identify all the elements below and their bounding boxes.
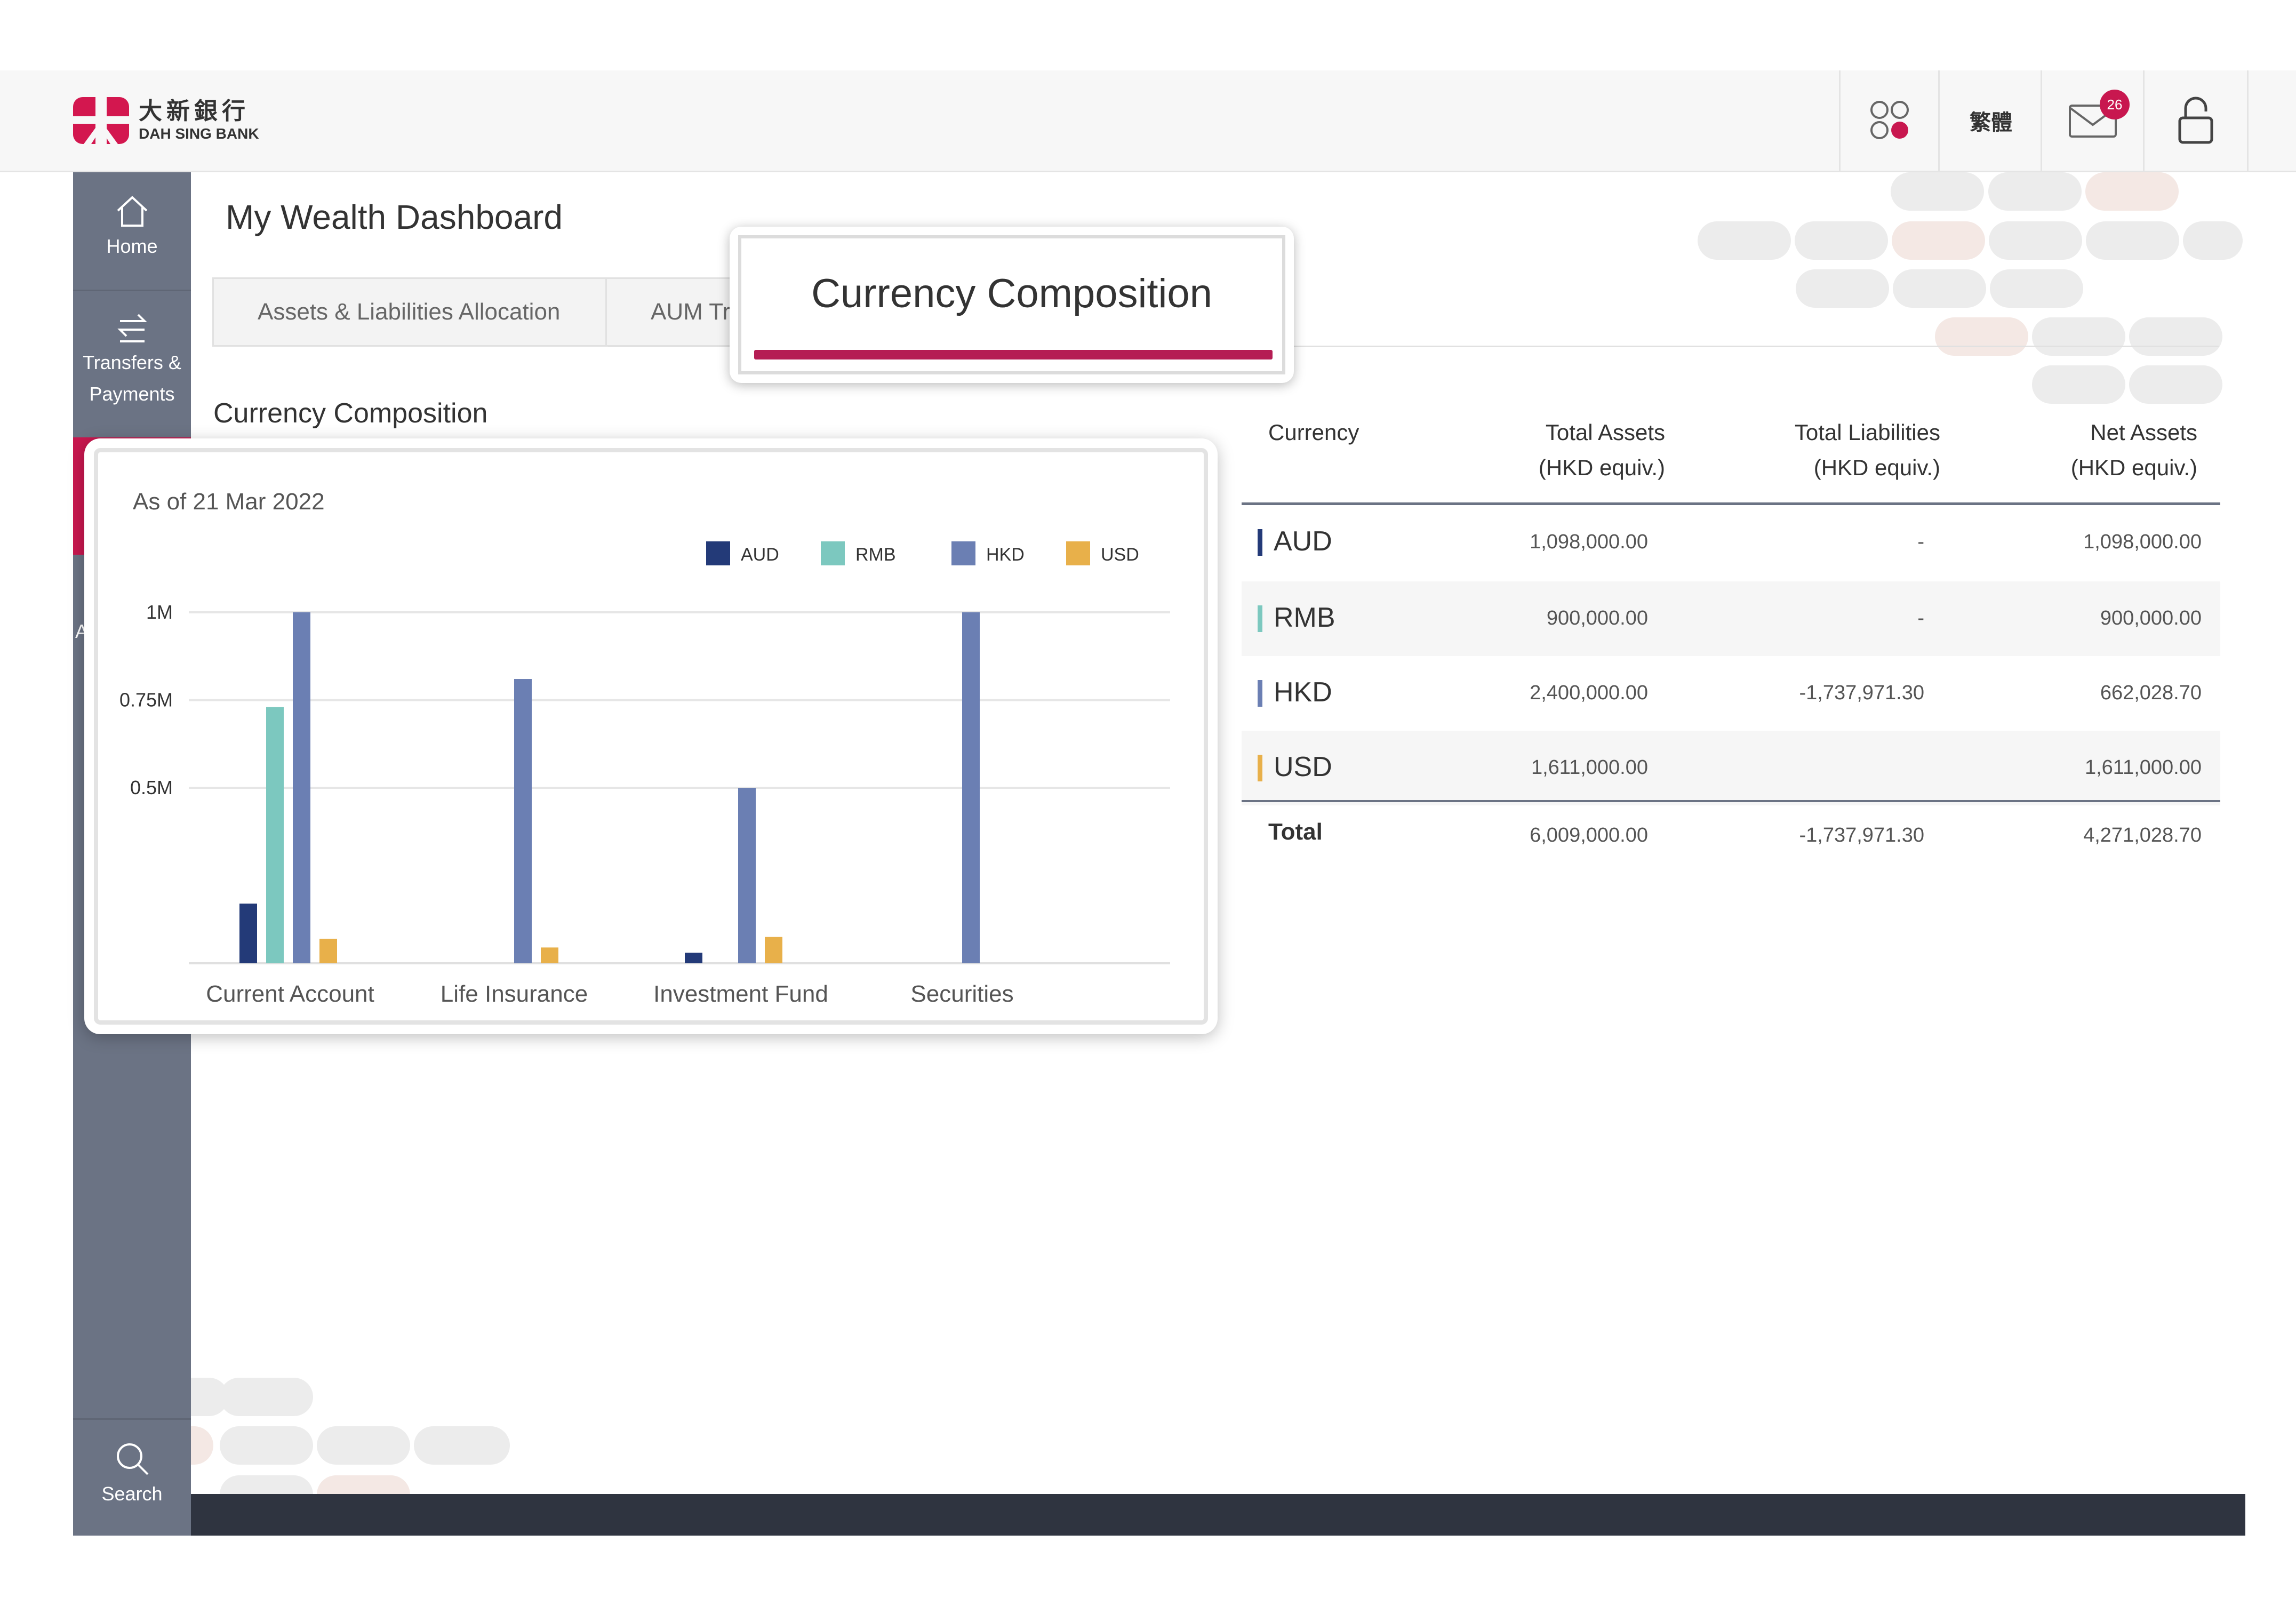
active-tab-indicator — [754, 350, 1273, 359]
legend-swatch — [1066, 541, 1090, 565]
y-tick-label: 0.75M — [119, 689, 173, 711]
language-label: 繁體 — [1970, 110, 2012, 135]
legend-swatch — [951, 541, 975, 565]
inbox-button[interactable]: 26 — [2041, 70, 2145, 171]
col-header-liabilities-unit: (HKD equiv.) — [1813, 455, 1940, 480]
table-row: HKD 2,400,000.00 -1,737,971.30 662,028.7… — [1242, 656, 2220, 731]
net-assets-value: 1,611,000.00 — [2084, 756, 2202, 779]
total-assets-value: 1,611,000.00 — [1531, 756, 1648, 779]
dah-sing-logo-icon — [73, 97, 129, 144]
currency-color-marker — [1258, 680, 1262, 707]
bar-usd — [319, 938, 337, 963]
table-row: AUD 1,098,000.00 - 1,098,000.00 — [1242, 505, 2220, 580]
total-assets-value: 2,400,000.00 — [1530, 682, 1648, 704]
currency-code: AUD — [1274, 526, 1332, 557]
x-category-label: Investment Fund — [653, 981, 828, 1007]
tab-label: AUM Tr — [651, 299, 731, 325]
col-header-net-unit: (HKD equiv.) — [2070, 455, 2197, 480]
sidebar-item-transfers[interactable]: Transfers & Payments — [73, 291, 191, 439]
currency-code: USD — [1274, 752, 1332, 782]
currency-color-marker — [1258, 605, 1262, 632]
bar-aud — [239, 904, 257, 963]
x-category-label: Current Account — [206, 981, 374, 1007]
search-icon — [116, 1443, 148, 1475]
brand-name-zh: 大新銀行 — [139, 98, 250, 124]
language-toggle[interactable]: 繁體 — [1938, 70, 2042, 171]
y-tick-label: 0.5M — [130, 777, 173, 798]
sidebar-item-search[interactable]: Search — [73, 1418, 191, 1537]
col-header-assets-unit: (HKD equiv.) — [1538, 455, 1665, 480]
tab-label: Assets & Liabilities Allocation — [258, 299, 561, 325]
currency-code: RMB — [1274, 602, 1335, 633]
total-assets-sum: 6,009,000.00 — [1530, 824, 1648, 846]
footer-bar — [191, 1494, 2245, 1536]
tab-aum-trend[interactable]: AUM Tr — [607, 277, 735, 347]
legend-label: HKD — [986, 545, 1025, 565]
home-icon — [117, 196, 147, 227]
screen: 大新銀行 DAH SING BANK 繁體 26 Home Transfers … — [0, 0, 2296, 1606]
top-header: 大新銀行 DAH SING BANK 繁體 26 — [0, 70, 2296, 172]
net-assets-value: 1,098,000.00 — [2083, 531, 2202, 553]
legend-swatch — [706, 541, 730, 565]
total-liabilities-sum: -1,737,971.30 — [1799, 824, 1924, 846]
net-assets-sum: 4,271,028.70 — [2083, 824, 2202, 846]
col-header-currency: Currency — [1268, 420, 1359, 445]
legend-label: AUD — [741, 545, 779, 565]
sidebar-item-home[interactable]: Home — [73, 172, 191, 291]
currency-color-marker — [1258, 529, 1262, 556]
col-header-liabilities: Total Liabilities — [1794, 420, 1940, 445]
apps-button[interactable] — [1839, 70, 1940, 171]
logout-button[interactable] — [2143, 70, 2249, 171]
col-header-assets: Total Assets — [1545, 420, 1665, 445]
table-row: RMB 900,000.00 - 900,000.00 — [1242, 581, 2220, 656]
sidebar-item-label: Search — [101, 1483, 163, 1505]
col-header-net: Net Assets — [2090, 420, 2197, 445]
bar-usd — [765, 937, 782, 963]
apps-grid-icon — [1870, 101, 1909, 139]
y-tick-label: 1M — [146, 601, 173, 623]
tab-frame: Currency Composition — [738, 235, 1285, 374]
legend-label: USD — [1101, 545, 1139, 565]
tab-label: Currency Composition — [811, 271, 1212, 316]
currency-color-marker — [1258, 755, 1262, 781]
bar-hkd — [514, 679, 532, 963]
chart-card: As of 21 Mar 2022 1M 0.75M 0.5M AUD RMB HKD US… — [84, 438, 1218, 1034]
bank-logo[interactable]: 大新銀行 DAH SING BANK — [73, 97, 259, 144]
total-assets-value: 900,000.00 — [1546, 607, 1648, 629]
total-divider — [1242, 800, 2220, 802]
bar-hkd — [962, 612, 980, 963]
chart-panel: As of 21 Mar 2022 1M 0.75M 0.5M AUD RMB HKD US… — [94, 448, 1208, 1025]
sidebar-item-label: Transfers & Payments — [83, 351, 181, 405]
brand-name-en: DAH SING BANK — [139, 125, 259, 142]
unread-count-badge: 26 — [2100, 90, 2130, 119]
legend-label: RMB — [855, 545, 896, 565]
page-title: My Wealth Dashboard — [226, 198, 563, 236]
total-liabilities-value: -1,737,971.30 — [1799, 682, 1924, 704]
bar-hkd — [293, 612, 310, 963]
tab-currency-composition[interactable]: Currency Composition — [730, 227, 1294, 383]
total-liabilities-value: - — [1917, 607, 1924, 629]
total-assets-value: 1,098,000.00 — [1530, 531, 1648, 553]
net-assets-value: 900,000.00 — [2100, 607, 2202, 629]
x-category-label: Securities — [910, 981, 1013, 1007]
unlock-icon — [2178, 97, 2213, 144]
section-title: Currency Composition — [213, 398, 488, 429]
currency-code: HKD — [1274, 677, 1332, 708]
currency-bar-chart: 1M 0.75M 0.5M AUD RMB HKD USD Current Account Li… — [119, 541, 1170, 1007]
transfer-icon — [117, 314, 147, 342]
total-liabilities-value: - — [1917, 531, 1924, 553]
sidebar-item-label: Home — [106, 235, 158, 257]
tab-assets-liabilities[interactable]: Assets & Liabilities Allocation — [212, 277, 607, 347]
bar-hkd — [738, 788, 756, 963]
table-row: USD 1,611,000.00 1,611,000.00 — [1242, 731, 2220, 805]
x-category-label: Life Insurance — [441, 981, 588, 1007]
bar-usd — [541, 947, 558, 963]
net-assets-value: 662,028.70 — [2100, 682, 2202, 704]
total-label: Total — [1268, 819, 1323, 845]
bar-rmb — [266, 707, 284, 963]
bar-aud — [685, 953, 702, 963]
legend-swatch — [821, 541, 845, 565]
